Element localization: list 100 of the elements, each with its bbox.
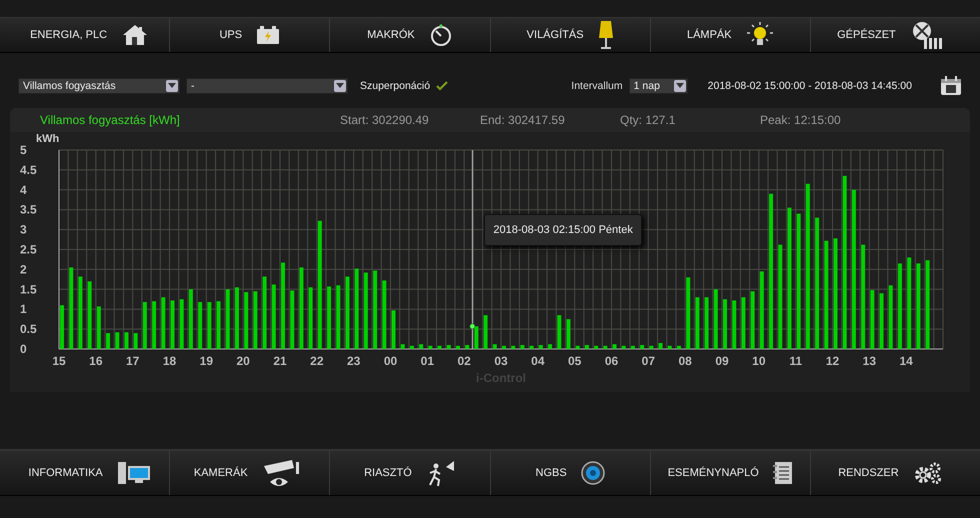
y-tick-label: 0.5 <box>20 322 37 336</box>
x-tick-label: 14 <box>899 354 913 368</box>
menu-tab[interactable]: RIASZTÓ <box>330 451 491 495</box>
point-marker <box>470 324 476 330</box>
bar <box>695 297 700 349</box>
tooltip: 2018-08-03 02:15:00 Péntek <box>484 214 642 246</box>
bar <box>594 346 598 349</box>
bar <box>492 344 497 349</box>
round-button-icon <box>580 461 605 485</box>
bar <box>723 299 727 349</box>
panel-title: Villamos fogyasztás [kWh] <box>39 113 181 127</box>
menu-tab[interactable]: GÉPÉSZET <box>810 18 970 52</box>
bar <box>686 277 690 349</box>
bar <box>456 346 460 349</box>
bar <box>152 301 156 349</box>
bar <box>428 346 432 349</box>
menu-tab[interactable]: LÁMPÁK <box>650 18 811 52</box>
menu-tab[interactable]: MAKRÓK <box>330 18 491 52</box>
computer-icon <box>116 461 151 485</box>
menu-tab[interactable]: INFORMATIKA <box>10 451 170 495</box>
x-tick-label: 15 <box>52 354 66 368</box>
bar <box>548 344 552 349</box>
bar <box>234 287 239 349</box>
bar <box>566 319 570 349</box>
y-tick-label: 1.5 <box>20 282 37 296</box>
x-tick-label: 22 <box>310 354 324 368</box>
bar <box>584 345 589 349</box>
menu-tab[interactable]: KAMERÁK <box>170 451 330 495</box>
bar <box>538 345 543 349</box>
x-tick-label: 19 <box>200 354 214 368</box>
bar <box>216 301 221 349</box>
menu-tab[interactable]: UPS <box>170 18 330 52</box>
checkmark-icon[interactable] <box>436 81 448 91</box>
bar <box>115 332 120 349</box>
bar <box>640 345 644 349</box>
bar <box>170 300 174 349</box>
bar <box>392 310 396 349</box>
bar <box>880 293 884 349</box>
bar <box>60 305 64 349</box>
menu-tab[interactable]: ESEMÉNYNAPLÓ <box>650 451 811 495</box>
bar <box>465 345 470 349</box>
caret-icon <box>336 83 344 89</box>
x-tick-label: 05 <box>568 354 582 368</box>
y-tick-label: 1 <box>20 302 27 316</box>
x-tick-label: 09 <box>715 354 729 368</box>
bar <box>410 346 414 349</box>
menu-tab[interactable]: ENERGIA, PLC <box>10 18 170 52</box>
bar <box>484 315 488 349</box>
stat-text: Qty: 127.1 <box>620 113 676 127</box>
bar <box>741 297 746 349</box>
bar <box>244 292 248 349</box>
menu-tab[interactable]: RENDSZER <box>810 451 970 495</box>
bar <box>382 280 386 349</box>
menu-tab[interactable]: NGBS <box>490 451 651 495</box>
calendar-icon[interactable] <box>940 76 962 96</box>
gears-icon <box>912 461 943 485</box>
battery-icon <box>256 25 280 45</box>
y-tick-label: 0 <box>20 342 27 356</box>
x-tick-label: 21 <box>273 354 287 368</box>
bar <box>732 300 736 349</box>
overlay-label: Szuperponáció <box>360 80 430 92</box>
x-tick-label: 07 <box>642 354 656 368</box>
bar <box>603 346 608 349</box>
meter-dropdown[interactable]: Villamos fogyasztás <box>18 78 180 94</box>
bar <box>226 289 230 349</box>
x-tick-label: 01 <box>420 354 434 368</box>
stat-text: Start: 302290.49 <box>340 113 430 127</box>
bar <box>161 297 166 349</box>
x-tick-label: 20 <box>236 354 250 368</box>
bar <box>124 332 128 349</box>
y-tick-label: 4 <box>20 182 27 197</box>
timer-icon <box>428 23 453 47</box>
x-tick-label: 03 <box>494 354 508 368</box>
bar <box>704 297 709 349</box>
bar <box>96 306 101 349</box>
menu-tab[interactable]: VILÁGÍTÁS <box>490 18 651 52</box>
bar <box>750 291 755 349</box>
bar <box>400 344 405 349</box>
y-tick-label: 3.5 <box>20 202 37 217</box>
x-tick-label: 06 <box>604 354 618 368</box>
caret-icon <box>676 83 684 89</box>
x-tick-label: 13 <box>862 354 876 368</box>
bar <box>870 290 874 349</box>
bar <box>308 287 313 349</box>
compare-dropdown[interactable]: - <box>186 78 348 94</box>
axis-unit: kWh <box>36 133 60 145</box>
x-tick-label: 17 <box>126 354 140 368</box>
bar <box>502 346 506 349</box>
bar <box>474 326 478 349</box>
bar <box>446 345 451 349</box>
interval-label: Intervallum <box>571 80 623 92</box>
interval-dropdown[interactable]: 1 nap <box>628 78 688 94</box>
bar <box>520 345 524 349</box>
bar <box>438 346 442 349</box>
bar <box>612 344 616 349</box>
y-tick-label: 2 <box>20 262 27 276</box>
bar <box>622 346 626 349</box>
x-tick-label: 18 <box>162 354 176 368</box>
y-tick-label: 4.5 <box>20 162 37 177</box>
bar <box>530 346 534 349</box>
